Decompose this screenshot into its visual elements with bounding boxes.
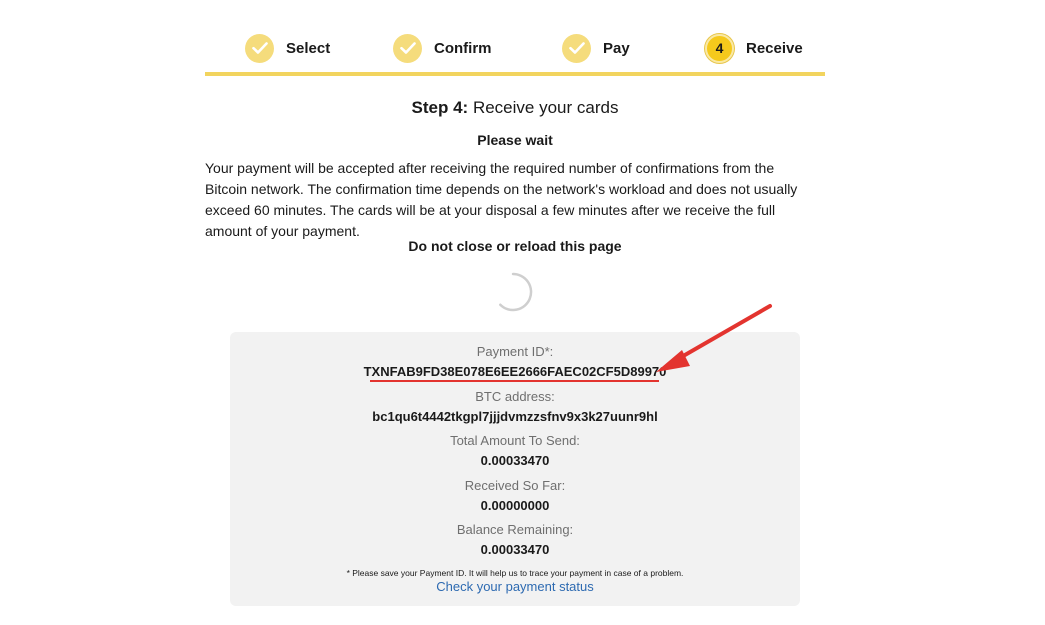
step-select: Select — [245, 33, 330, 63]
do-not-close-warning: Do not close or reload this page — [408, 238, 622, 254]
received-so-far-value: 0.00000000 — [480, 498, 550, 513]
receive-page: Select Confirm Pay 4 Receive Step 4: Rec… — [0, 0, 1045, 625]
step-label-select: Select — [286, 39, 331, 57]
progress-stepper: Select Confirm Pay 4 Receive — [205, 30, 825, 76]
total-amount-value: 0.00033470 — [480, 453, 550, 468]
please-wait-label: Please wait — [477, 132, 553, 148]
confirmation-description: Your payment will be accepted after rece… — [205, 160, 798, 239]
btc-address-label: BTC address: — [475, 389, 555, 404]
payment-id-note: * Please save your Payment ID. It will h… — [346, 568, 684, 578]
step-number-badge: 4 — [705, 33, 734, 63]
received-so-far-label: Received So Far: — [464, 478, 566, 493]
checkmark-icon — [562, 33, 591, 63]
step-confirm: Confirm — [393, 33, 492, 63]
step-label-confirm: Confirm — [434, 39, 492, 57]
page-title: Step 4: Receive your cards — [0, 98, 1030, 118]
check-payment-status-link[interactable]: Check your payment status — [230, 579, 800, 594]
step-receive: 4 Receive — [705, 33, 803, 63]
payment-id-highlight-underline — [370, 380, 659, 382]
checkmark-icon — [245, 33, 274, 63]
checkmark-icon — [393, 33, 422, 63]
step-pay: Pay — [562, 33, 630, 63]
btc-address-value[interactable]: bc1qu6t4442tkgpl7jjjdvmzzsfnv9x3k27uunr9… — [230, 409, 800, 424]
balance-remaining-label: Balance Remaining: — [456, 522, 574, 537]
step-label-receive: Receive — [746, 39, 803, 57]
spinner-icon — [499, 272, 533, 312]
page-title-prefix: Step 4: — [411, 98, 469, 117]
balance-remaining-value: 0.00033470 — [480, 542, 550, 557]
stepper-progress-line — [205, 72, 825, 76]
step-label-pay: Pay — [603, 39, 630, 57]
total-amount-label: Total Amount To Send: — [450, 433, 580, 448]
red-arrow-icon — [656, 304, 772, 372]
page-title-text: Receive your cards — [468, 98, 619, 117]
